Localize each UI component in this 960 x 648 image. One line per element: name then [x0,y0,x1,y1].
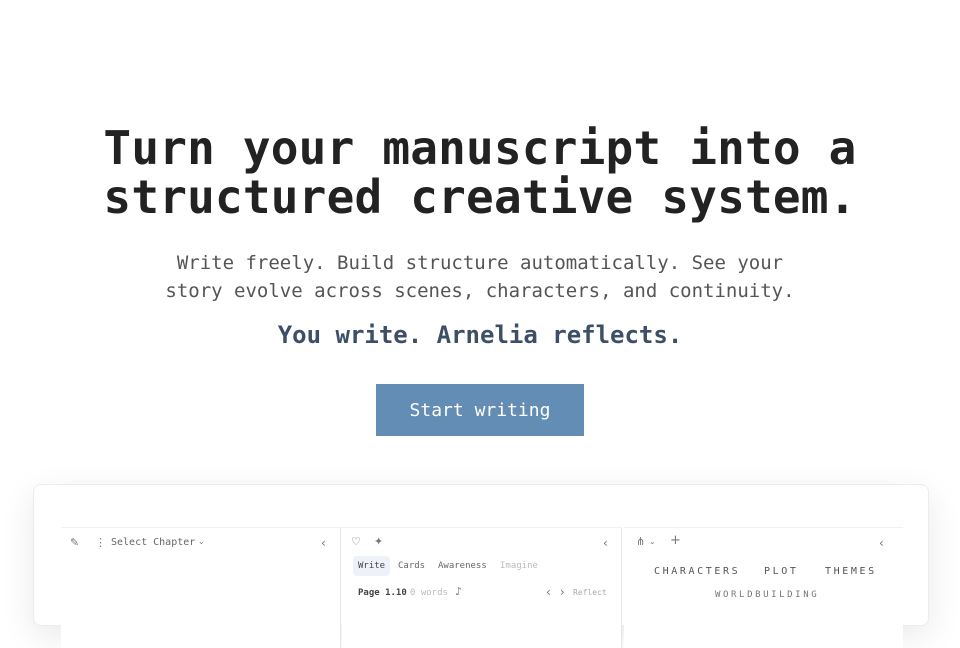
network-icon[interactable]: ⋔ [636,535,645,549]
editor-pane: ♡ ✦ ‹ Write Cards Awareness Imagine Page… [342,527,622,648]
subhead-line-2: story evolve across scenes, characters, … [165,280,795,302]
microphone-icon[interactable]: ♪ [455,585,462,599]
chevron-down-icon[interactable]: ⌄ [198,535,205,549]
app-preview: ✎ ⋮ Select Chapter ⌄ ‹ ♡ ✦ ‹ Write Cards… [33,484,929,648]
page-label: Page 1.10 [358,588,407,598]
hero-headline: Turn your manuscript into a structured c… [0,124,960,222]
chevron-left-icon[interactable]: ‹ [879,536,884,550]
chapter-pane: ✎ ⋮ Select Chapter ⌄ ‹ [61,527,341,648]
tab-awareness[interactable]: Awareness [433,556,492,576]
feather-icon[interactable]: ✎ [70,536,79,550]
hero-section: Turn your manuscript into a structured c… [0,124,960,350]
hero-subhead: Write freely. Build structure automatica… [0,249,960,305]
chevron-down-icon[interactable]: ⌄ [649,535,656,549]
chevron-right-icon[interactable]: › [560,585,565,599]
chevron-left-icon[interactable]: ‹ [321,536,326,550]
section-plot[interactable]: PLOT [764,566,798,577]
tab-imagine[interactable]: Imagine [495,556,543,576]
plus-icon[interactable]: + [670,534,681,548]
tab-write[interactable]: Write [353,556,391,576]
chapter-select[interactable]: Select Chapter [111,536,195,550]
section-themes[interactable]: THEMES [825,566,877,577]
hero-tagline: You write. Arnelia reflects. [277,321,683,349]
start-writing-button[interactable]: Start writing [376,384,584,436]
heart-icon[interactable]: ♡ [351,535,361,549]
headline-line-2: structured creative system. [103,170,857,224]
reflect-button[interactable]: Reflect [573,586,607,600]
chevron-left-icon[interactable]: ‹ [546,585,551,599]
chevron-left-icon[interactable]: ‹ [603,536,608,550]
word-count: 0 words [410,588,448,598]
subhead-line-1: Write freely. Build structure automatica… [176,252,784,274]
sparkle-icon[interactable]: ✦ [374,535,383,549]
section-worldbuilding[interactable]: WORLDBUILDING [715,590,819,600]
more-vertical-icon[interactable]: ⋮ [95,536,106,550]
tab-cards[interactable]: Cards [393,556,430,576]
section-characters[interactable]: CHARACTERS [654,566,740,577]
story-pane: ⋔ ⌄ + ‹ CHARACTERS PLOT THEMES WORLDBUIL… [624,527,903,648]
headline-line-1: Turn your manuscript into a [103,121,857,175]
